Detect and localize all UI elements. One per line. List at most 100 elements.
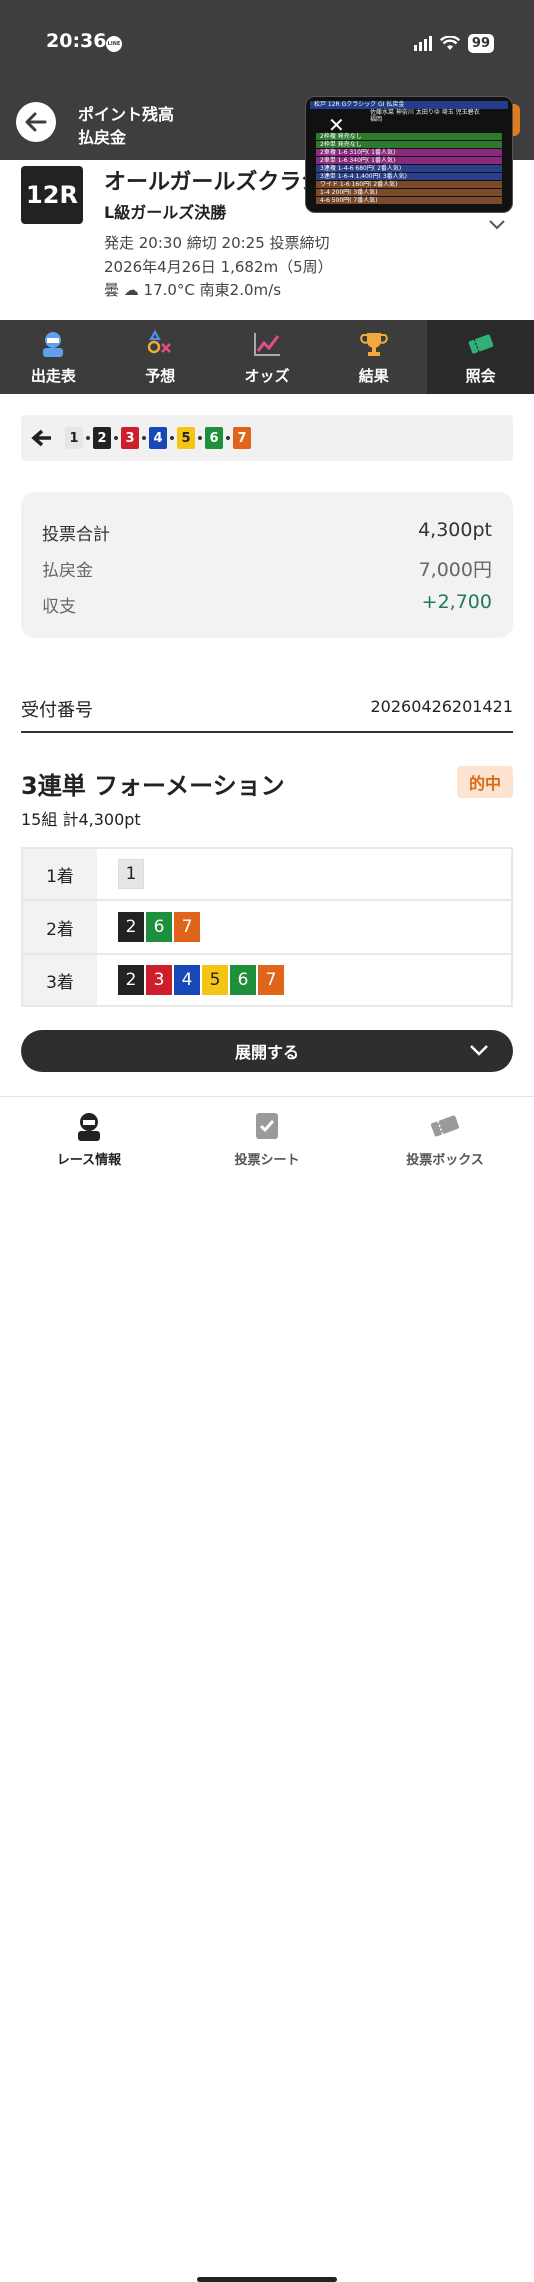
- nav-vote-box[interactable]: 投票ボックス: [365, 1111, 525, 1168]
- position-numbers: 234567: [97, 965, 284, 995]
- divider: [21, 731, 513, 733]
- bike-number-badge: 6: [230, 965, 256, 995]
- formation-table: 1着 1 2着 267 3着 234567: [21, 847, 513, 1007]
- chevron-down-icon: [470, 1045, 488, 1056]
- pip-racer-names: 佐藤水菜 神奈川 太田りゆ 埼玉 児玉碧衣 福岡: [370, 109, 480, 123]
- total-bet-value: 4,300pt: [418, 519, 492, 541]
- race-nav-number[interactable]: 6: [205, 427, 223, 449]
- nav-vote-sheet[interactable]: 投票シート: [187, 1111, 347, 1168]
- status-time: 20:36: [46, 30, 107, 52]
- racer-icon: [9, 1111, 169, 1141]
- bike-number-badge: 4: [174, 965, 200, 995]
- bet-summary-card: 投票合計 4,300pt 払戻金 7,000円 収支 +2,700: [21, 492, 513, 638]
- battery-icon: 99: [467, 34, 494, 53]
- bike-number-badge: 5: [202, 965, 228, 995]
- payout-value: 7,000円: [418, 559, 492, 581]
- bike-number-badge: 1: [118, 859, 144, 889]
- tab-result[interactable]: 結果: [320, 320, 427, 394]
- hit-badge: 的中: [457, 766, 513, 798]
- chevron-down-icon[interactable]: [488, 218, 506, 232]
- bike-number-badge: 7: [174, 912, 200, 942]
- tab-odds[interactable]: オッズ: [214, 320, 321, 394]
- pip-header: 松戸 12R Gクラシック GⅠ 払戻金: [310, 101, 508, 109]
- position-label: 1着: [23, 849, 97, 899]
- status-icons: 99: [413, 34, 494, 53]
- nav-label: 投票シート: [234, 1153, 300, 1168]
- nav-race-info[interactable]: レース情報: [9, 1111, 169, 1168]
- separator-dot: [142, 436, 146, 440]
- race-name: オールガールズクラシ: [104, 170, 309, 195]
- race-number-badge: 12R: [21, 166, 83, 224]
- race-nav-number[interactable]: 2: [93, 427, 111, 449]
- pip-payout-row: 4-6 500円( 7番人気): [316, 197, 502, 204]
- arrow-left-icon[interactable]: [31, 429, 53, 447]
- pip-payout-row: 2枠複 発売なし: [316, 133, 502, 140]
- position-numbers: 267: [97, 912, 200, 942]
- bet-combo-summary: 15組 計4,300pt: [21, 810, 141, 829]
- expand-label: 展開する: [234, 1043, 299, 1062]
- race-nav-number[interactable]: 7: [233, 427, 251, 449]
- ticket-box-icon: [365, 1111, 525, 1141]
- expand-button[interactable]: 展開する: [21, 1030, 513, 1072]
- table-row: 1着 1: [23, 849, 511, 901]
- line-app-icon: LINE: [106, 36, 122, 52]
- tab-entries[interactable]: 出走表: [0, 320, 107, 394]
- page-title: 払戻金: [78, 128, 127, 147]
- points-balance-label[interactable]: ポイント残高: [78, 101, 174, 125]
- tab-label: 結果: [358, 366, 389, 385]
- tab-label: 予想: [145, 366, 176, 385]
- vote-sheet-icon: [187, 1111, 347, 1141]
- nav-label: レース情報: [56, 1153, 122, 1168]
- pip-payout-row: 1-4 200円( 3番人気): [316, 189, 502, 196]
- signal-icon: [413, 36, 432, 51]
- trophy-icon: [359, 329, 389, 359]
- bike-number-badge: 7: [258, 965, 284, 995]
- race-schedule: 発走 20:30 締切 20:25 投票締切: [104, 234, 330, 252]
- bike-number-badge: 6: [146, 912, 172, 942]
- separator-dot: [170, 436, 174, 440]
- race-nav-numbers: 1234567: [65, 427, 251, 449]
- bottom-nav: レース情報 投票シート 投票ボックス: [0, 1096, 534, 2282]
- tab-inquiry[interactable]: 照会: [427, 320, 534, 394]
- video-pip-player[interactable]: 松戸 12R Gクラシック GⅠ 払戻金 ✕ 佐藤水菜 神奈川 太田りゆ 埼玉 …: [305, 96, 513, 213]
- race-nav-number[interactable]: 4: [149, 427, 167, 449]
- pip-payout-row: 3連単 1-6-4 1,400円( 3番人気): [316, 173, 502, 180]
- prediction-icon: [145, 329, 175, 359]
- bet-type-title: 3連単 フォーメーション: [21, 772, 285, 800]
- bike-number-badge: 2: [118, 965, 144, 995]
- tab-label: 出走表: [30, 366, 76, 385]
- pip-payout-row: 2車複 1-6 310円( 1番人気): [316, 149, 502, 156]
- balance-value: +2,700: [421, 591, 492, 613]
- tab-label: オッズ: [244, 366, 290, 385]
- pip-payout-row: 3連複 1-4-6 680円( 2番人気): [316, 165, 502, 172]
- position-label: 3着: [23, 955, 97, 1005]
- table-row: 2着 267: [23, 901, 511, 955]
- payout-label: 払戻金: [42, 561, 93, 581]
- bike-number-badge: 3: [146, 965, 172, 995]
- receipt-number-label: 受付番号: [21, 700, 93, 721]
- total-bet-label: 投票合計: [42, 525, 110, 545]
- race-nav-number[interactable]: 3: [121, 427, 139, 449]
- race-tab-bar: 出走表 予想 オッズ 結果 照会: [0, 320, 534, 394]
- arrow-left-icon: [25, 112, 47, 132]
- ticket-icon: [466, 329, 496, 359]
- race-nav-number[interactable]: 1: [65, 427, 83, 449]
- separator-dot: [226, 436, 230, 440]
- bike-number-badge: 2: [118, 912, 144, 942]
- race-nav-number[interactable]: 5: [177, 427, 195, 449]
- home-indicator[interactable]: [197, 2277, 337, 2282]
- back-button[interactable]: [16, 102, 56, 142]
- tab-prediction[interactable]: 予想: [107, 320, 214, 394]
- race-number-nav: 1234567: [21, 415, 513, 461]
- separator-dot: [86, 436, 90, 440]
- race-weather: 曇 ☁ 17.0°C 南東2.0m/s: [104, 281, 282, 299]
- pip-payout-row: 2車単 1-6 340円( 1番人気): [316, 157, 502, 164]
- separator-dot: [114, 436, 118, 440]
- pip-payout-row: 2枠単 発売なし: [316, 141, 502, 148]
- separator-dot: [198, 436, 202, 440]
- position-label: 2着: [23, 901, 97, 953]
- pip-payout-row: ワイド 1-6 160円( 2番人気): [316, 181, 502, 188]
- nav-label: 投票ボックス: [406, 1153, 484, 1168]
- racer-icon: [38, 329, 68, 359]
- wifi-icon: [439, 36, 460, 50]
